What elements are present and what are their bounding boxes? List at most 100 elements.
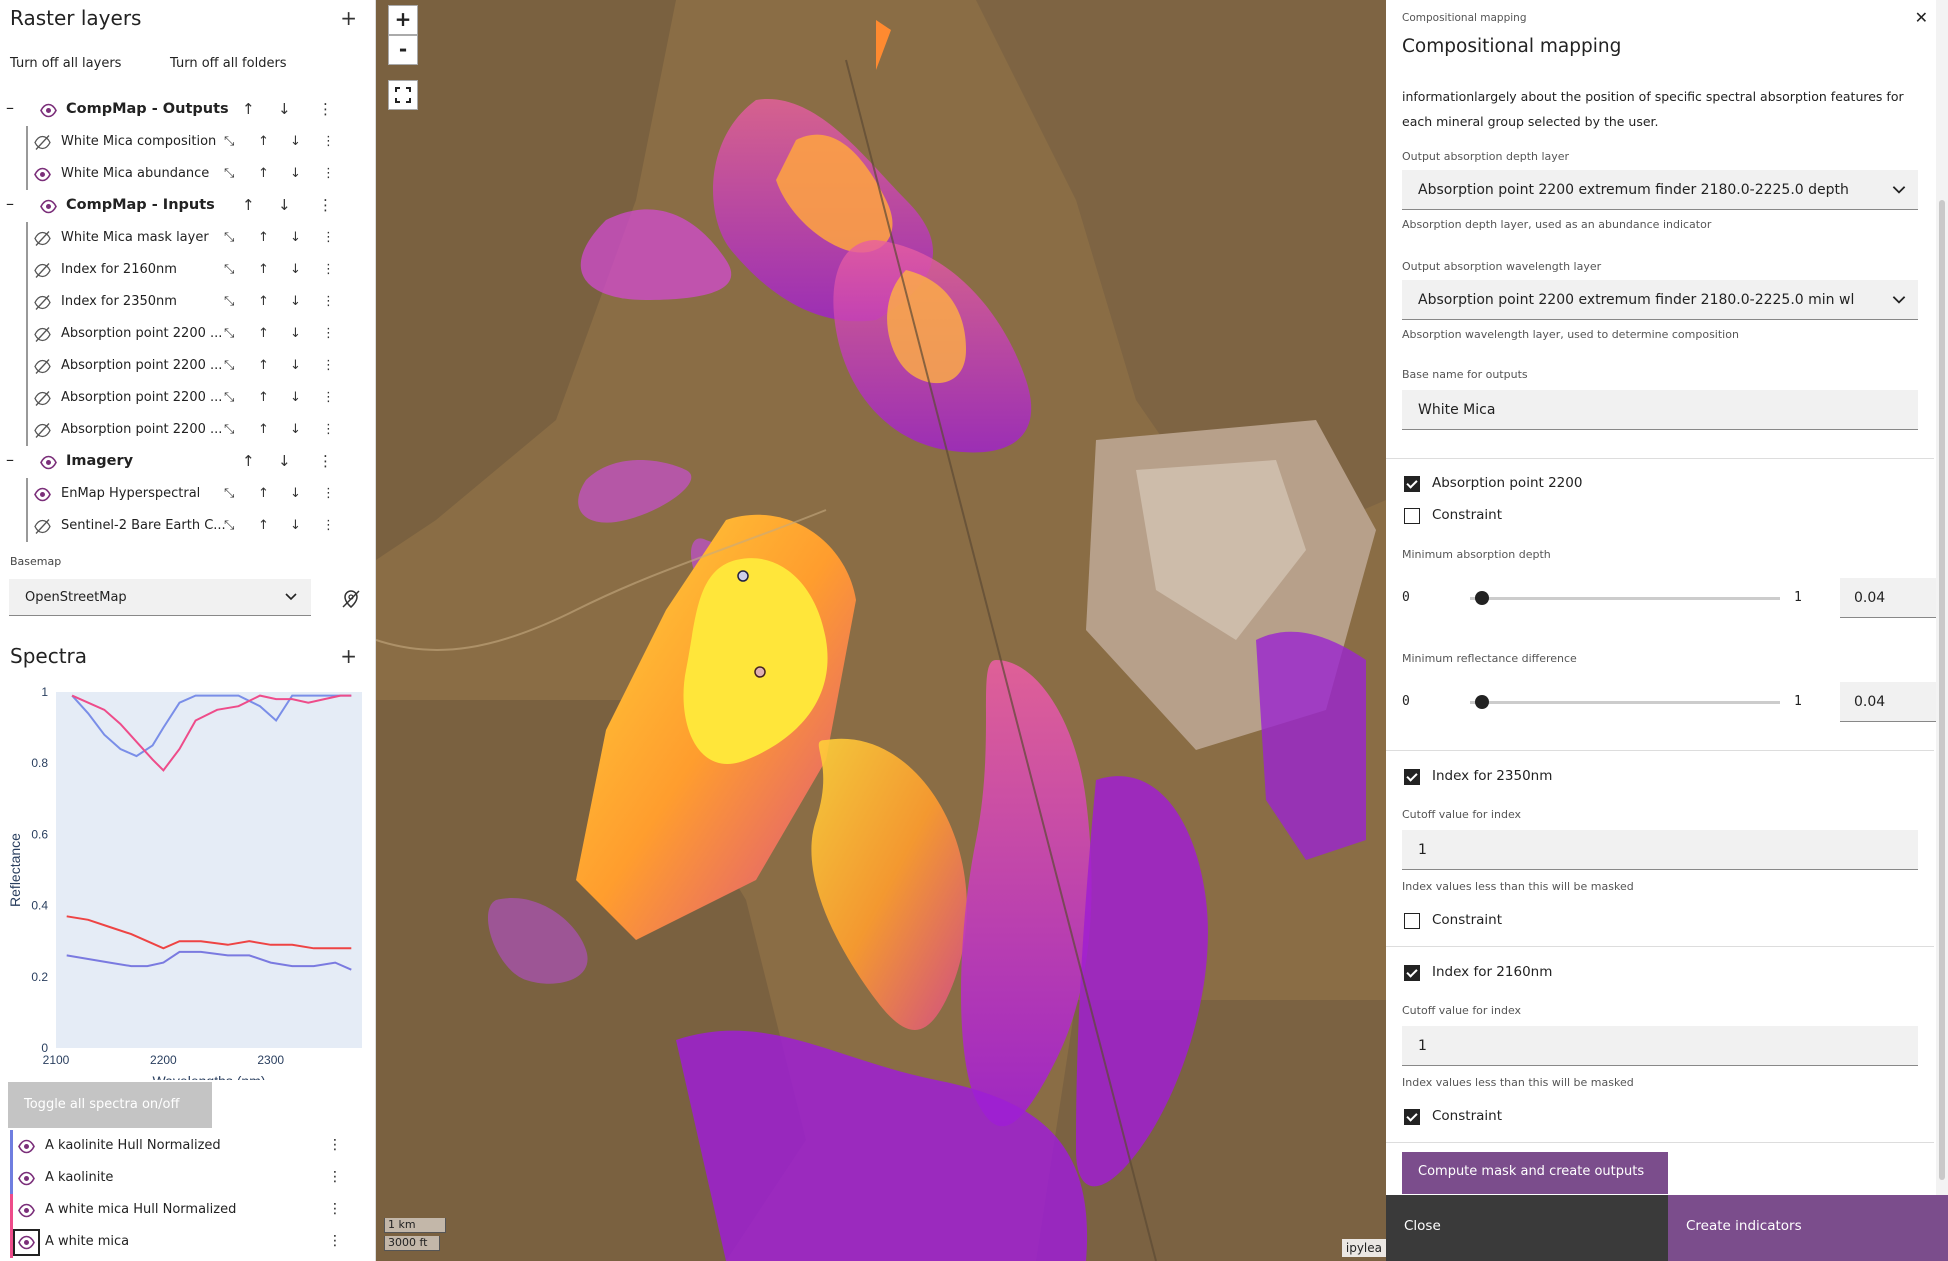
turn-off-all-folders-button[interactable]: Turn off all folders	[170, 56, 287, 71]
index-2160-constraint-checkbox[interactable]	[1404, 1109, 1420, 1125]
zoom-to-layer-icon[interactable]: ⤡	[224, 166, 234, 181]
index-2350-constraint-checkbox[interactable]	[1404, 913, 1420, 929]
toggle-spectra-button[interactable]: Toggle all spectra on/off	[8, 1082, 212, 1128]
more-vert-icon[interactable]: ⋮	[328, 1169, 342, 1185]
zoom-to-layer-icon[interactable]: ⤡	[224, 326, 234, 341]
arrow-down-icon[interactable]: ↓	[290, 422, 301, 437]
eye-off-icon[interactable]	[34, 518, 51, 535]
eye-off-icon[interactable]	[34, 326, 51, 343]
eye-off-icon[interactable]	[34, 390, 51, 407]
eye-icon[interactable]	[40, 198, 57, 215]
layer-folder[interactable]: – CompMap - Inputs ↑ ↓ ⋮	[0, 190, 375, 222]
eye-off-icon[interactable]	[34, 134, 51, 151]
close-icon[interactable]: ✕	[1915, 8, 1928, 27]
spectrum-item[interactable]: A kaolinite ⋮	[10, 1162, 370, 1194]
arrow-up-icon[interactable]: ↑	[258, 134, 269, 149]
eye-icon[interactable]	[40, 454, 57, 471]
basemap-select[interactable]: OpenStreetMap	[9, 579, 311, 616]
more-vert-icon[interactable]: ⋮	[322, 230, 335, 245]
map-attribution[interactable]: ipylea	[1341, 1239, 1386, 1257]
zoom-out-button[interactable]: -	[388, 35, 418, 65]
eye-off-icon[interactable]	[34, 294, 51, 311]
min-reflectance-slider-knob[interactable]	[1475, 695, 1490, 709]
more-vert-icon[interactable]: ⋮	[318, 196, 333, 214]
base-name-input[interactable]: White Mica	[1402, 390, 1918, 430]
eye-icon[interactable]	[18, 1202, 35, 1219]
arrow-up-icon[interactable]: ↑	[258, 166, 269, 181]
add-spectrum-button[interactable]: +	[340, 644, 357, 668]
more-vert-icon[interactable]: ⋮	[328, 1137, 342, 1153]
depth-layer-select[interactable]: Absorption point 2200 extremum finder 21…	[1402, 170, 1918, 210]
layer-item[interactable]: Index for 2350nm ⤡ ↑ ↓ ⋮	[0, 286, 375, 318]
arrow-up-icon[interactable]: ↑	[258, 422, 269, 437]
map-view[interactable]: + - 1 km 3000 ft ipylea	[376, 0, 1386, 1261]
min-depth-track[interactable]	[1470, 591, 1780, 605]
layer-item[interactable]: Absorption point 2200 ... ⤡ ↑ ↓ ⋮	[0, 350, 375, 382]
eye-icon[interactable]	[18, 1138, 35, 1155]
layer-item[interactable]: White Mica mask layer ⤡ ↑ ↓ ⋮	[0, 222, 375, 254]
arrow-down-icon[interactable]: ↓	[290, 294, 301, 309]
layer-item[interactable]: White Mica abundance ⤡ ↑ ↓ ⋮	[0, 158, 375, 190]
arrow-up-icon[interactable]: ↑	[258, 230, 269, 245]
wavelength-layer-select[interactable]: Absorption point 2200 extremum finder 21…	[1402, 280, 1918, 320]
collapse-toggle-icon[interactable]: –	[6, 98, 14, 117]
more-vert-icon[interactable]: ⋮	[322, 326, 335, 341]
arrow-up-icon[interactable]: ↑	[258, 390, 269, 405]
layer-item[interactable]: EnMap Hyperspectral ⤡ ↑ ↓ ⋮	[0, 478, 375, 510]
more-vert-icon[interactable]: ⋮	[322, 390, 335, 405]
cutoff-2350-input[interactable]: 1	[1402, 830, 1918, 870]
zoom-to-layer-icon[interactable]: ⤡	[224, 230, 234, 245]
min-depth-slider-knob[interactable]	[1475, 591, 1490, 605]
arrow-down-icon[interactable]: ↓	[290, 518, 301, 533]
spectrum-item[interactable]: A white mica Hull Normalized ⋮	[10, 1194, 370, 1226]
map-pin-off-icon[interactable]	[340, 588, 362, 610]
layer-item[interactable]: Absorption point 2200 ... ⤡ ↑ ↓ ⋮	[0, 318, 375, 350]
layer-item[interactable]: Index for 2160nm ⤡ ↑ ↓ ⋮	[0, 254, 375, 286]
index-2160-checkbox[interactable]	[1404, 965, 1420, 981]
spectrum-item[interactable]: A white mica ⋮	[10, 1226, 370, 1258]
arrow-up-icon[interactable]: ↑	[258, 518, 269, 533]
arrow-down-icon[interactable]: ↓	[278, 452, 291, 470]
zoom-to-layer-icon[interactable]: ⤡	[224, 358, 234, 373]
turn-off-all-layers-button[interactable]: Turn off all layers	[10, 56, 121, 71]
eye-off-icon[interactable]	[34, 230, 51, 247]
arrow-up-icon[interactable]: ↑	[242, 452, 255, 470]
more-vert-icon[interactable]: ⋮	[322, 262, 335, 277]
create-indicators-button[interactable]: Create indicators	[1668, 1195, 1948, 1261]
zoom-in-button[interactable]: +	[388, 5, 418, 35]
arrow-up-icon[interactable]: ↑	[242, 100, 255, 118]
cutoff-2160-input[interactable]: 1	[1402, 1026, 1918, 1066]
compute-mask-button[interactable]: Compute mask and create outputs	[1402, 1152, 1668, 1194]
absorption-constraint-checkbox[interactable]	[1404, 508, 1420, 524]
close-button[interactable]: Close	[1386, 1195, 1668, 1261]
eye-icon[interactable]	[34, 486, 51, 503]
min-depth-input[interactable]: 0.04	[1840, 578, 1936, 618]
min-reflectance-track[interactable]	[1470, 695, 1780, 709]
collapse-toggle-icon[interactable]: –	[6, 194, 14, 213]
more-vert-icon[interactable]: ⋮	[322, 294, 335, 309]
arrow-up-icon[interactable]: ↑	[258, 294, 269, 309]
more-vert-icon[interactable]: ⋮	[328, 1233, 342, 1249]
eye-off-icon[interactable]	[34, 422, 51, 439]
arrow-up-icon[interactable]: ↑	[258, 486, 269, 501]
absorption-2200-checkbox[interactable]	[1404, 476, 1420, 492]
layer-folder[interactable]: – Imagery ↑ ↓ ⋮	[0, 446, 375, 478]
eye-icon[interactable]	[34, 166, 51, 183]
more-vert-icon[interactable]: ⋮	[322, 134, 335, 149]
eye-icon[interactable]	[40, 102, 57, 119]
arrow-down-icon[interactable]: ↓	[290, 486, 301, 501]
more-vert-icon[interactable]: ⋮	[318, 452, 333, 470]
scrollbar-thumb[interactable]	[1939, 200, 1945, 1180]
min-reflectance-input[interactable]: 0.04	[1840, 682, 1936, 722]
scrollbar[interactable]	[1936, 0, 1948, 1195]
more-vert-icon[interactable]: ⋮	[322, 486, 335, 501]
arrow-down-icon[interactable]: ↓	[290, 358, 301, 373]
arrow-down-icon[interactable]: ↓	[278, 196, 291, 214]
more-vert-icon[interactable]: ⋮	[328, 1201, 342, 1217]
add-layer-button[interactable]: +	[340, 6, 357, 30]
arrow-down-icon[interactable]: ↓	[278, 100, 291, 118]
fullscreen-button[interactable]	[388, 80, 418, 110]
more-vert-icon[interactable]: ⋮	[322, 166, 335, 181]
zoom-to-layer-icon[interactable]: ⤡	[224, 518, 234, 533]
arrow-down-icon[interactable]: ↓	[290, 230, 301, 245]
